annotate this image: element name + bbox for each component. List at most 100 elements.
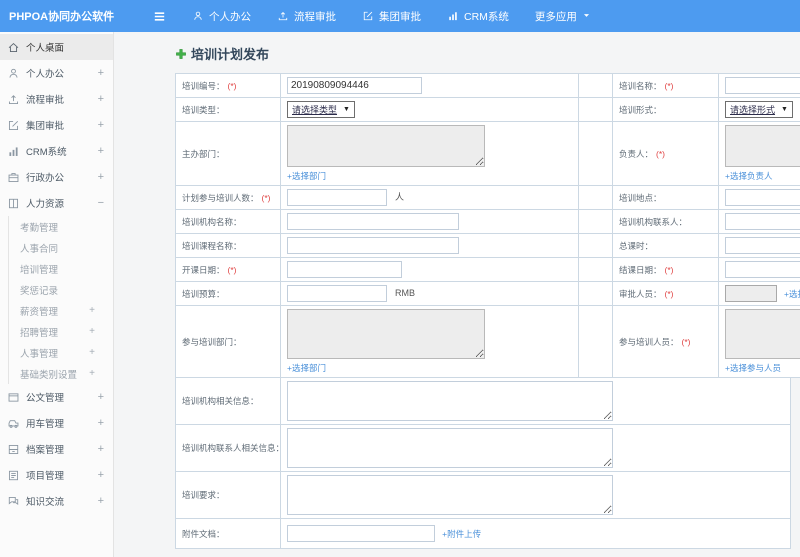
field-label: 参与培训人员：: [619, 336, 679, 347]
text-input[interactable]: [287, 237, 459, 254]
expand-plus-icon: +: [97, 469, 104, 481]
textarea-field[interactable]: [725, 125, 800, 167]
text-input[interactable]: [287, 285, 387, 302]
field-cell: [280, 73, 579, 98]
textarea-field[interactable]: [725, 309, 800, 359]
chart-icon: [7, 145, 20, 158]
field-label: 培训课程名称：: [182, 240, 242, 251]
textarea-field[interactable]: [287, 428, 614, 468]
sidebar-subitem-1[interactable]: 考勤管理: [9, 216, 113, 237]
field-label: 负责人：: [619, 148, 654, 159]
spacer-cell: [578, 185, 613, 210]
field-cell: [280, 233, 579, 258]
textarea-field[interactable]: [287, 309, 485, 359]
text-input[interactable]: [287, 261, 402, 278]
picker-link[interactable]: +选择负责人: [725, 170, 772, 182]
textarea-field[interactable]: [287, 125, 485, 167]
expand-plus-icon: +: [97, 417, 104, 429]
sidebar-item-3[interactable]: 流程审批 +: [0, 86, 113, 112]
form-row-9: 参与培训部门： +选择部门 参与培训人员： (*) +选择参与人员: [175, 305, 800, 378]
picker-link[interactable]: +选择部门: [287, 170, 326, 182]
field-label: 培训机构相关信息：: [182, 396, 259, 406]
sidebar-subitem-8[interactable]: 基础类别设置 +: [9, 363, 113, 384]
text-input[interactable]: [287, 77, 422, 94]
sidebar-subitem-6[interactable]: 招聘管理 +: [9, 321, 113, 342]
top-menu-item-2[interactable]: 流程审批: [277, 9, 336, 24]
sidebar-item-6[interactable]: 行政办公 +: [0, 164, 113, 190]
required-marker: (*): [664, 80, 674, 91]
top-menu: 个人办公 流程审批 集团审批 CRM系统 更多应用: [192, 9, 620, 24]
home-icon: [7, 41, 20, 54]
sidebar-subitem-5[interactable]: 薪资管理 +: [9, 300, 113, 321]
text-input[interactable]: [725, 261, 800, 278]
textarea-field[interactable]: [287, 381, 614, 421]
sidebar-subitem-4[interactable]: 奖惩记录: [9, 279, 113, 300]
sidebar-subitem-3[interactable]: 培训管理: [9, 258, 113, 279]
field-label-cell: 结课日期： (*): [612, 257, 719, 282]
picker-link[interactable]: +选择审批人员: [784, 288, 800, 300]
caret-down-icon: ▼: [343, 106, 350, 113]
top-menu-item-label: CRM系统: [464, 10, 509, 23]
text-input[interactable]: [725, 237, 800, 254]
field-label: 培训编号：: [182, 80, 225, 91]
field-label-cell: 培训机构联系人相关信息：: [174, 424, 282, 472]
field-label: 开课日期：: [182, 264, 225, 275]
text-input[interactable]: [287, 189, 387, 206]
field-cell: +附件上传: [280, 518, 791, 549]
form-row-1: 培训编号：(*)培训名称：(*): [175, 73, 800, 98]
field-cell: +选择部门: [280, 305, 579, 378]
sidebar-subitem-2[interactable]: 人事合同: [9, 237, 113, 258]
field-label: 总课时：: [619, 240, 654, 251]
select-box[interactable]: 请选择类型 ▼: [287, 101, 355, 118]
text-input[interactable]: [287, 213, 459, 230]
sidebar-item-11[interactable]: 项目管理 +: [0, 462, 113, 488]
top-menu-item-3[interactable]: 集团审批: [362, 9, 421, 24]
sidebar-item-label: 流程审批: [26, 95, 65, 106]
text-input[interactable]: [725, 213, 800, 230]
text-input[interactable]: [287, 525, 436, 542]
text-input[interactable]: [725, 77, 800, 94]
sidebar-item-12[interactable]: 知识交流 +: [0, 488, 113, 514]
field-cell: 请选择形式 ▼: [718, 97, 800, 122]
sidebar-subitem-7[interactable]: 人事管理 +: [9, 342, 113, 363]
field-label: 培训机构名称：: [182, 216, 242, 227]
form-row-5: 培训机构名称： 培训机构联系人：: [175, 209, 800, 234]
sidebar-item-1[interactable]: 个人桌面: [0, 34, 113, 60]
sidebar-item-2[interactable]: 个人办公 +: [0, 60, 113, 86]
sidebar-item-5[interactable]: CRM系统 +: [0, 138, 113, 164]
field-cell: +选择部门: [280, 121, 579, 186]
top-menu-item-4[interactable]: CRM系统: [447, 9, 509, 24]
picker-link[interactable]: +附件上传: [442, 528, 481, 540]
sidebar-item-10[interactable]: 档案管理 +: [0, 436, 113, 462]
field-label-cell: 负责人： (*): [612, 121, 719, 186]
project-icon: [7, 469, 20, 482]
upload-icon: [7, 93, 20, 106]
picker-link[interactable]: +选择部门: [287, 362, 326, 374]
sidebar-item-9[interactable]: 用车管理 +: [0, 410, 113, 436]
field-label: 培训形式：: [619, 104, 662, 115]
field-cell: +选择参与人员: [718, 305, 800, 378]
sidebar-item-label: 档案管理: [26, 445, 65, 456]
sidebar-subitem-label: 基础类别设置: [20, 369, 78, 381]
text-input[interactable]: [725, 189, 800, 206]
sidebar-item-7[interactable]: 人力资源 −: [0, 190, 113, 216]
hamburger-menu-button[interactable]: [146, 6, 172, 26]
briefcase-icon: [7, 171, 20, 184]
sidebar-item-label: 知识交流: [26, 497, 65, 508]
text-input[interactable]: [725, 285, 777, 302]
select-box[interactable]: 请选择形式 ▼: [725, 101, 793, 118]
select-value: 请选择类型: [292, 105, 338, 115]
chart-icon: [447, 10, 459, 22]
spacer-cell: [578, 257, 613, 282]
sidebar-subitem-label: 薪资管理: [20, 306, 59, 318]
field-cell: [718, 257, 800, 282]
textarea-field[interactable]: [287, 475, 614, 515]
sidebar-item-8[interactable]: 公文管理 +: [0, 384, 113, 410]
top-menu-item-1[interactable]: 个人办公: [192, 9, 251, 24]
page-title-bar: 培训计划发布: [175, 44, 800, 63]
top-menu-item-5[interactable]: 更多应用: [535, 9, 594, 24]
sidebar-item-4[interactable]: 集团审批 +: [0, 112, 113, 138]
picker-link[interactable]: +选择参与人员: [725, 362, 781, 374]
app-logo: PHPOA协同办公软件: [9, 11, 115, 23]
caret-down-icon: ▼: [781, 106, 788, 113]
